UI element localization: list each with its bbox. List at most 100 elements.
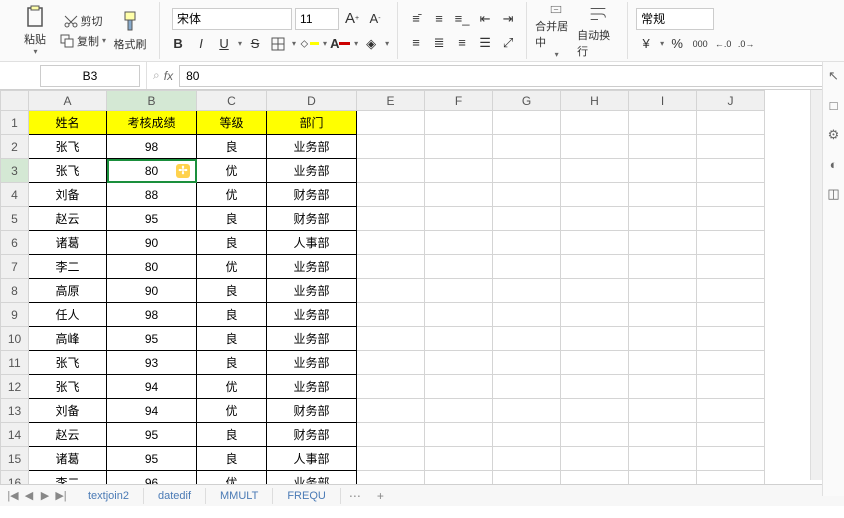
cell-G5[interactable]: [493, 207, 561, 231]
cell-J12[interactable]: [697, 375, 765, 399]
cell-A4[interactable]: 刘备: [29, 183, 107, 207]
cell-E7[interactable]: [357, 255, 425, 279]
column-header-A[interactable]: A: [29, 91, 107, 111]
cell-G12[interactable]: [493, 375, 561, 399]
bold-button[interactable]: B: [168, 34, 188, 54]
merge-center-button[interactable]: 合并居中▾: [535, 3, 577, 59]
cell-D11[interactable]: 业务部: [267, 351, 357, 375]
align-top-button[interactable]: ≡̄: [406, 9, 426, 29]
cell-F15[interactable]: [425, 447, 493, 471]
cell-B7[interactable]: 80: [107, 255, 197, 279]
cell-A14[interactable]: 赵云: [29, 423, 107, 447]
format-painter-button[interactable]: 格式刷: [109, 3, 151, 59]
bookmark-icon[interactable]: ◫: [827, 186, 839, 202]
cell-F12[interactable]: [425, 375, 493, 399]
column-header-G[interactable]: G: [493, 91, 561, 111]
cell-I1[interactable]: [629, 111, 697, 135]
cell-I4[interactable]: [629, 183, 697, 207]
cell-C11[interactable]: 良: [197, 351, 267, 375]
sheet-tab-MMULT[interactable]: MMULT: [206, 488, 273, 504]
row-header-12[interactable]: 12: [1, 375, 29, 399]
row-header-9[interactable]: 9: [1, 303, 29, 327]
vertical-scrollbar[interactable]: [810, 90, 822, 480]
cell-F5[interactable]: [425, 207, 493, 231]
row-header-11[interactable]: 11: [1, 351, 29, 375]
cell-B16[interactable]: 96: [107, 471, 197, 485]
cell-J16[interactable]: [697, 471, 765, 485]
cell-E3[interactable]: [357, 159, 425, 183]
cell-A1[interactable]: 姓名: [29, 111, 107, 135]
select-icon[interactable]: □: [830, 98, 838, 113]
cell-G6[interactable]: [493, 231, 561, 255]
phonetic-button[interactable]: ◈: [361, 34, 381, 54]
cell-E1[interactable]: [357, 111, 425, 135]
cell-E9[interactable]: [357, 303, 425, 327]
copy-button[interactable]: 复制▾: [56, 32, 109, 50]
cell-I5[interactable]: [629, 207, 697, 231]
cell-I8[interactable]: [629, 279, 697, 303]
cell-J3[interactable]: [697, 159, 765, 183]
sheet-tab-datedif[interactable]: datedif: [144, 488, 206, 504]
cell-H8[interactable]: [561, 279, 629, 303]
cell-C16[interactable]: 优: [197, 471, 267, 485]
paste-button[interactable]: 粘贴▾: [14, 3, 56, 59]
cell-B10[interactable]: 95: [107, 327, 197, 351]
cell-E2[interactable]: [357, 135, 425, 159]
cell-B3[interactable]: 80✢: [107, 159, 197, 183]
cell-H6[interactable]: [561, 231, 629, 255]
row-header-8[interactable]: 8: [1, 279, 29, 303]
cell-I10[interactable]: [629, 327, 697, 351]
align-right-button[interactable]: ≡: [452, 33, 472, 53]
cell-F2[interactable]: [425, 135, 493, 159]
cell-D8[interactable]: 业务部: [267, 279, 357, 303]
column-header-H[interactable]: H: [561, 91, 629, 111]
cell-H12[interactable]: [561, 375, 629, 399]
fx-button[interactable]: fx: [164, 69, 173, 83]
cell-F13[interactable]: [425, 399, 493, 423]
cell-B5[interactable]: 95: [107, 207, 197, 231]
row-header-6[interactable]: 6: [1, 231, 29, 255]
align-center-button[interactable]: ≣: [429, 33, 449, 53]
cell-G7[interactable]: [493, 255, 561, 279]
cell-C4[interactable]: 优: [197, 183, 267, 207]
column-header-F[interactable]: F: [425, 91, 493, 111]
cell-I12[interactable]: [629, 375, 697, 399]
settings-icon[interactable]: ⚙: [828, 127, 840, 143]
cell-J4[interactable]: [697, 183, 765, 207]
cell-B13[interactable]: 94: [107, 399, 197, 423]
cell-A5[interactable]: 赵云: [29, 207, 107, 231]
name-box[interactable]: B3: [40, 65, 140, 87]
fill-color-button[interactable]: [299, 34, 319, 54]
cell-H4[interactable]: [561, 183, 629, 207]
cell-I14[interactable]: [629, 423, 697, 447]
cell-D15[interactable]: 人事部: [267, 447, 357, 471]
cell-D4[interactable]: 财务部: [267, 183, 357, 207]
cell-H3[interactable]: [561, 159, 629, 183]
cell-F6[interactable]: [425, 231, 493, 255]
cell-F10[interactable]: [425, 327, 493, 351]
currency-button[interactable]: ¥: [636, 34, 656, 54]
cell-C6[interactable]: 良: [197, 231, 267, 255]
cell-D16[interactable]: 业务部: [267, 471, 357, 485]
cell-E8[interactable]: [357, 279, 425, 303]
column-header-C[interactable]: C: [197, 91, 267, 111]
cell-A9[interactable]: 任人: [29, 303, 107, 327]
column-header-J[interactable]: J: [697, 91, 765, 111]
cell-C7[interactable]: 优: [197, 255, 267, 279]
cell-E5[interactable]: [357, 207, 425, 231]
cell-H2[interactable]: [561, 135, 629, 159]
formula-input[interactable]: [179, 65, 838, 87]
cell-G13[interactable]: [493, 399, 561, 423]
font-name-select[interactable]: [172, 8, 292, 30]
cell-J15[interactable]: [697, 447, 765, 471]
cell-E14[interactable]: [357, 423, 425, 447]
cell-A6[interactable]: 诸葛: [29, 231, 107, 255]
cell-J9[interactable]: [697, 303, 765, 327]
cell-E16[interactable]: [357, 471, 425, 485]
cell-F7[interactable]: [425, 255, 493, 279]
cell-G8[interactable]: [493, 279, 561, 303]
cell-C15[interactable]: 良: [197, 447, 267, 471]
underline-button[interactable]: U: [214, 34, 234, 54]
cell-C5[interactable]: 良: [197, 207, 267, 231]
row-header-15[interactable]: 15: [1, 447, 29, 471]
